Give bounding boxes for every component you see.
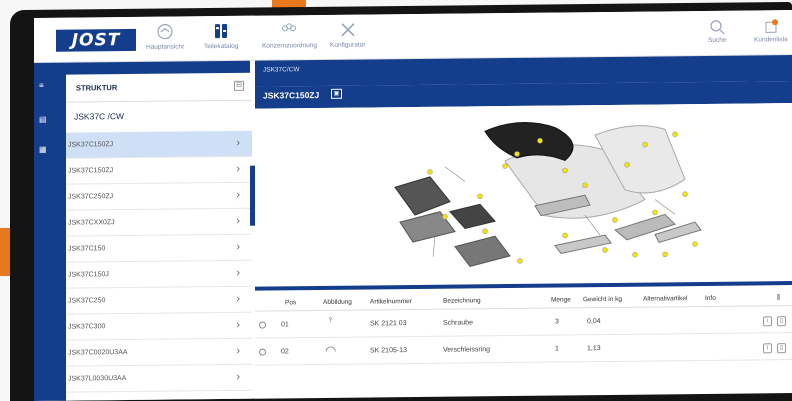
row-qty: 3 — [555, 318, 559, 326]
tree-item[interactable]: JSK37C250ZJ › — [66, 182, 252, 211]
nav-group-label: Konzernzuordnung — [262, 42, 317, 50]
nav-home-label: Hauptansicht — [146, 43, 184, 51]
structure-panel: STRUKTUR ⊟ JSK37C /CW JSK37C150ZJ › JSK37… — [54, 60, 252, 401]
col-info[interactable]: Info — [705, 295, 716, 302]
col-alternative[interactable]: Alternativartikel — [643, 295, 687, 302]
tree-item-label: JSK37L0030U3AA — [68, 375, 127, 383]
tree-item[interactable]: JSK37L0030U3AA › — [66, 364, 252, 393]
chevron-right-icon: › — [236, 318, 240, 331]
chevron-right-icon: › — [236, 266, 240, 279]
home-icon — [157, 24, 173, 40]
ring-thumbnail-icon: ◠ — [325, 342, 337, 358]
tree-item-label: JSK37CXX0ZJ — [68, 219, 115, 227]
left-rail: ≡ ▤ ▦ — [34, 62, 54, 401]
tree-item[interactable]: JSK37C150J › — [66, 260, 252, 289]
page-title: JSK37C150ZJ — [263, 90, 320, 101]
col-qty[interactable]: Menge — [551, 296, 571, 303]
row-select-radio[interactable] — [259, 321, 266, 329]
app-screen: JOST Hauptansicht Teilekatalog Konzernzu… — [34, 10, 792, 401]
col-pos[interactable]: Pos — [285, 299, 296, 306]
col-weight[interactable]: Gewicht in kg — [583, 296, 622, 303]
nav-configurator[interactable]: Konfigurator — [330, 21, 365, 49]
tree-item[interactable]: JSK37C0020U3AA › — [66, 338, 252, 367]
print-icon[interactable]: ▣ — [331, 88, 342, 99]
chevron-right-icon: › — [236, 188, 240, 201]
document-icon[interactable]: ▤ — [39, 115, 49, 125]
col-article[interactable]: Artikelnummer — [370, 298, 412, 305]
menu-icon[interactable]: ≡ — [39, 81, 49, 91]
chevron-right-icon: › — [236, 370, 240, 383]
tree-item[interactable]: JSK37C250 › — [66, 286, 252, 315]
col-image[interactable]: Abbildung — [323, 299, 352, 306]
nav-configurator-label: Konfigurator — [330, 41, 366, 49]
customer-list-label: Kundenliste — [754, 36, 788, 44]
bolt-thumbnail-icon: ⫯ — [329, 316, 333, 324]
group-icon — [282, 23, 297, 32]
nav-catalog[interactable]: Teilekatalog — [204, 22, 238, 50]
tools-icon — [341, 23, 355, 37]
chevron-right-icon: › — [236, 214, 240, 227]
table-row[interactable]: 02 ◠ SK 2105-13 Verschleissring 1 1,13 i… — [255, 334, 792, 366]
row-article: SK 2105-13 — [370, 347, 407, 355]
trash-icon[interactable]: ▯ — [777, 316, 786, 327]
chevron-right-icon: › — [236, 292, 240, 305]
row-weight: 0,04 — [587, 318, 601, 326]
chevron-right-icon: › — [236, 240, 240, 253]
tree-item-label: JSK37C150 — [68, 245, 106, 253]
search-button[interactable]: Suche — [708, 19, 726, 44]
nav-group[interactable]: Konzernzuordnung — [262, 21, 317, 50]
structure-tree: JSK37C150ZJ › JSK37C150ZJ › JSK37C250ZJ › J… — [66, 130, 252, 393]
nav-catalog-label: Teilekatalog — [204, 42, 239, 51]
search-label: Suche — [708, 36, 727, 44]
catalog-icon — [215, 23, 228, 39]
tree-item[interactable]: JSK37C150ZJ › — [66, 130, 252, 159]
col-name[interactable]: Bezeichnung — [443, 297, 481, 304]
tree-item[interactable]: JSK37C300 › — [66, 312, 252, 341]
chevron-right-icon: › — [236, 344, 240, 357]
breadcrumb[interactable]: JSK37C/CW — [263, 66, 299, 73]
jost-logo[interactable]: JOST — [56, 28, 136, 52]
tree-item[interactable]: JSK37C150 › — [66, 234, 252, 263]
row-select-radio[interactable] — [259, 348, 266, 356]
exploded-view-drawing[interactable] — [255, 103, 792, 287]
column-settings-icon[interactable]: ⫼ — [777, 294, 780, 302]
row-name: Schraube — [443, 319, 473, 327]
grid-icon[interactable]: ▦ — [39, 145, 49, 155]
search-icon — [710, 20, 725, 35]
trash-icon[interactable]: ▯ — [777, 343, 786, 354]
structure-card: STRUKTUR ⊟ JSK37C /CW JSK37C150ZJ › JSK37… — [66, 72, 252, 401]
tree-item-label: JSK37C150ZJ — [68, 141, 114, 149]
tree-item[interactable]: JSK37CXX0ZJ › — [66, 208, 252, 237]
tree-item-label: JSK37C300 — [68, 323, 106, 331]
info-icon[interactable]: i — [763, 316, 772, 327]
tree-item-label: JSK37C150ZJ — [68, 167, 114, 175]
structure-title: STRUKTUR — [76, 83, 118, 93]
tree-item-label: JSK37C150J — [68, 271, 109, 279]
exploded-drawing-svg — [394, 122, 702, 268]
row-pos: 01 — [281, 321, 289, 329]
chevron-right-icon: › — [236, 162, 240, 175]
structure-root[interactable]: JSK37C /CW — [74, 111, 124, 122]
list-icon — [765, 19, 778, 33]
top-bar: JOST Hauptansicht Teilekatalog Konzernzu… — [34, 10, 792, 64]
structure-header: STRUKTUR ⊟ — [66, 72, 252, 103]
customer-list-button[interactable]: Kundenliste — [754, 18, 788, 43]
info-icon[interactable]: i — [763, 343, 772, 354]
row-qty: 1 — [555, 345, 559, 353]
row-name: Verschleissring — [443, 346, 491, 354]
tree-item[interactable]: JSK37C150ZJ › — [66, 156, 252, 185]
collapse-panel-icon[interactable]: ⊟ — [234, 80, 244, 91]
row-article: SK 2121 03 — [370, 320, 407, 328]
chevron-right-icon: › — [236, 136, 240, 149]
tree-item-label: JSK37C250 — [68, 297, 106, 305]
tree-item-label: JSK37C0020U3AA — [68, 349, 128, 357]
row-weight: 1,13 — [587, 345, 601, 353]
tree-item-label: JSK37C250ZJ — [68, 193, 114, 201]
nav-home[interactable]: Hauptansicht — [146, 22, 184, 51]
row-pos: 02 — [281, 348, 289, 356]
